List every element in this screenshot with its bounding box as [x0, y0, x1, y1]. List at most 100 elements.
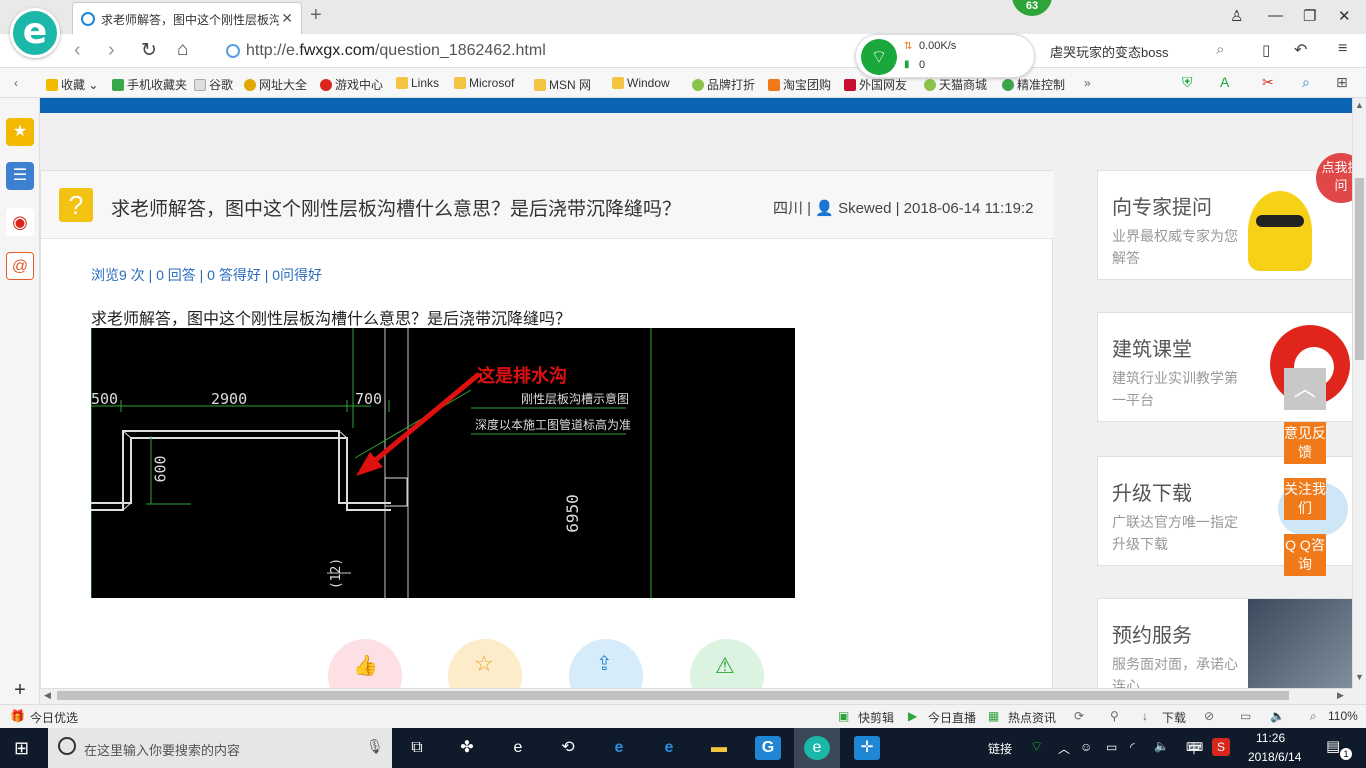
tab-active[interactable]: 求老师解答，图中这个刚性层板沟 ✕: [72, 2, 302, 34]
zoom-icon[interactable]: ⌕: [1302, 74, 1310, 91]
question-stats[interactable]: 浏览9 次 | 0 回答 | 0 答得好 | 0问得好: [91, 265, 322, 285]
add-sidebar-icon[interactable]: +: [6, 676, 34, 704]
menu-icon[interactable]: ≡: [1338, 40, 1347, 58]
browser-taskbar-icon[interactable]: e: [804, 736, 830, 760]
bookmark-item[interactable]: 天猫商城: [924, 76, 987, 93]
bookmark-item[interactable]: 手机收藏夹: [112, 76, 187, 93]
network-speed-widget[interactable]: ⌔ ⇅ 0.00K/s ▮ 0: [855, 34, 1035, 78]
search-icon[interactable]: ⌕: [1216, 41, 1224, 58]
like-button[interactable]: 👍: [328, 639, 402, 688]
clean-icon[interactable]: ⊘: [1204, 709, 1214, 723]
bookmark-item[interactable]: Microsof: [454, 76, 514, 90]
bookmark-item[interactable]: 收藏 ⌄: [46, 76, 98, 93]
bookmark-item[interactable]: 精准控制: [1002, 76, 1065, 93]
wifi-tray-icon[interactable]: ⌔: [1030, 738, 1043, 756]
fan-app-icon[interactable]: ✤: [454, 736, 480, 760]
task-view-icon[interactable]: ⧉: [404, 736, 430, 760]
bookmark-item[interactable]: Links: [396, 76, 439, 90]
windows-start-icon[interactable]: ⊞: [14, 738, 29, 759]
bookmark-item[interactable]: 网址大全: [244, 76, 307, 93]
shirt-icon[interactable]: ♙: [1230, 7, 1243, 25]
network-tray-icon[interactable]: ◜: [1130, 740, 1135, 754]
scroll-up-icon[interactable]: ▲: [1355, 100, 1364, 110]
edge-e-icon[interactable]: e: [505, 736, 531, 760]
qq-consult-button[interactable]: Q Q咨询: [1284, 534, 1326, 576]
tray-chevron-icon[interactable]: ︿: [1058, 740, 1070, 757]
vertical-scrollbar[interactable]: ▲ ▼: [1352, 98, 1366, 688]
weibo-icon[interactable]: ◉: [6, 208, 34, 236]
tab-close-icon[interactable]: ✕: [281, 10, 293, 27]
minimize-icon[interactable]: —: [1268, 7, 1283, 24]
restore-icon[interactable]: ❐: [1303, 7, 1316, 25]
share-button[interactable]: ⇪: [569, 639, 643, 688]
bookmark-item[interactable]: 淘宝团购: [768, 76, 831, 93]
clock-time[interactable]: 11:26: [1256, 731, 1285, 745]
appointment-card[interactable]: 预约服务 服务面对面，承诺心连心: [1097, 598, 1352, 688]
home-icon[interactable]: ⌂: [177, 39, 188, 61]
back-to-top-button[interactable]: ︿: [1284, 368, 1326, 410]
window-icon[interactable]: ▭: [1240, 709, 1251, 723]
status-item[interactable]: 热点资讯: [1008, 709, 1056, 726]
microphone-icon[interactable]: 🎙: [366, 738, 384, 755]
glodon-app-icon[interactable]: G: [755, 736, 781, 760]
mail-icon[interactable]: @: [6, 252, 34, 280]
zoom-level[interactable]: 110%: [1328, 709, 1358, 723]
horizontal-scroll-thumb[interactable]: [57, 691, 1289, 700]
vertical-scroll-thumb[interactable]: [1355, 178, 1364, 360]
battery-tray-icon[interactable]: ▭: [1106, 740, 1117, 754]
status-today-picks[interactable]: 今日优选: [30, 709, 78, 726]
browser-logo-icon[interactable]: e: [10, 8, 60, 58]
list-icon[interactable]: ☰: [6, 162, 34, 190]
ie-icon[interactable]: e: [656, 736, 682, 760]
translate-icon[interactable]: A: [1220, 74, 1229, 90]
scroll-left-icon[interactable]: ◀: [44, 690, 51, 701]
collapse-left-icon[interactable]: ‹: [14, 76, 18, 90]
scroll-right-icon[interactable]: ▶: [1337, 690, 1344, 701]
notification-badge[interactable]: 63: [1012, 0, 1052, 16]
ask-expert-card[interactable]: 向专家提问 业界最权威专家为您解答 点我提问: [1097, 153, 1352, 280]
url-field[interactable]: http://e.fwxgx.com/question_1862462.html: [246, 42, 546, 60]
clock-date[interactable]: 2018/6/14: [1248, 750, 1301, 764]
file-explorer-icon[interactable]: ▬: [706, 736, 732, 760]
new-tab-icon[interactable]: +: [310, 4, 322, 27]
link-label[interactable]: 链接: [988, 740, 1012, 757]
status-item[interactable]: 今日直播: [928, 709, 976, 726]
search-box[interactable]: 虐哭玩家的变态boss: [1050, 42, 1168, 61]
action-center-icon[interactable]: ▤: [1326, 737, 1340, 755]
status-item[interactable]: 下载: [1162, 709, 1186, 726]
sync-icon[interactable]: ⟳: [1074, 709, 1084, 723]
favorites-star-icon[interactable]: ★: [6, 118, 34, 146]
more-bookmarks-icon[interactable]: »: [1084, 76, 1091, 90]
close-window-icon[interactable]: ✕: [1338, 7, 1351, 25]
follow-button[interactable]: 关注我们: [1284, 478, 1326, 520]
scissors-icon[interactable]: ✂: [1262, 74, 1274, 91]
edge-icon[interactable]: e: [606, 736, 632, 760]
report-button[interactable]: ⚠: [690, 639, 764, 688]
bookmark-item[interactable]: MSN 网: [534, 76, 591, 93]
shield-icon[interactable]: ⛨: [1182, 74, 1193, 91]
cad-drawing-image[interactable]: 这是排水沟 500 2900 700 600 6950 (12) 刚性层板沟槽示…: [91, 328, 795, 598]
taskbar-search[interactable]: 在这里输入你要搜索的内容 🎙: [48, 728, 392, 768]
apps-grid-icon[interactable]: ⊞: [1336, 74, 1348, 91]
pin-icon[interactable]: ⚲: [1110, 709, 1119, 723]
swirl-app-icon[interactable]: ⟲: [555, 736, 581, 760]
speaker-icon[interactable]: 🔈: [1270, 709, 1285, 723]
undo-icon[interactable]: ↶: [1294, 40, 1307, 60]
feedback-button[interactable]: 意见反馈: [1284, 422, 1326, 464]
forward-icon[interactable]: ›: [108, 39, 115, 62]
remote-app-icon[interactable]: ✛: [854, 736, 880, 760]
sogou-ime-icon[interactable]: S: [1212, 738, 1230, 756]
favorite-button[interactable]: ☆: [448, 639, 522, 688]
status-item[interactable]: 快剪辑: [858, 709, 894, 726]
bookmark-item[interactable]: 谷歌: [194, 76, 233, 93]
bookmark-item[interactable]: 外国网友: [844, 76, 907, 93]
phone-icon[interactable]: ▯: [1262, 41, 1270, 59]
bookmark-item[interactable]: 游戏中心: [320, 76, 383, 93]
reload-icon[interactable]: ↻: [141, 39, 157, 62]
bookmark-item[interactable]: Window: [612, 76, 670, 90]
volume-icon[interactable]: 🔈: [1154, 739, 1169, 753]
back-icon[interactable]: ‹: [74, 39, 81, 62]
bookmark-item[interactable]: 品牌打折: [692, 76, 755, 93]
people-icon[interactable]: ☺: [1080, 740, 1092, 754]
ime-label[interactable]: 中: [1188, 740, 1200, 757]
